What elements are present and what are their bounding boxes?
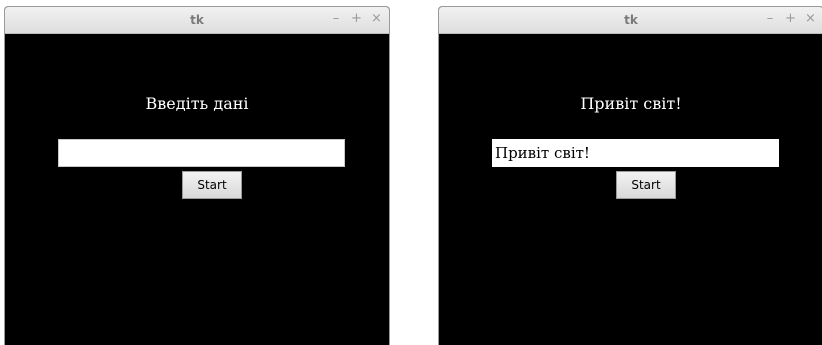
- window-client-area: Привіт світ! Start: [439, 34, 822, 345]
- tk-window-output: tk – + × Привіт світ! Start: [438, 6, 822, 345]
- text-entry[interactable]: [58, 139, 345, 167]
- maximize-icon[interactable]: +: [351, 12, 362, 26]
- window-titlebar[interactable]: tk – + ×: [5, 7, 389, 34]
- close-icon[interactable]: ×: [805, 12, 816, 26]
- start-button[interactable]: Start: [616, 171, 676, 199]
- window-controls: – + ×: [765, 12, 816, 26]
- minimize-icon[interactable]: –: [765, 12, 775, 26]
- window-client-area: Введіть дані Start: [5, 34, 389, 345]
- start-button[interactable]: Start: [182, 171, 242, 199]
- window-controls: – + ×: [331, 12, 382, 26]
- close-icon[interactable]: ×: [371, 12, 382, 26]
- window-titlebar[interactable]: tk – + ×: [439, 7, 822, 34]
- tk-window-input: tk – + × Введіть дані Start: [4, 6, 390, 345]
- text-entry[interactable]: [492, 139, 779, 167]
- maximize-icon[interactable]: +: [785, 12, 796, 26]
- screenshot-canvas: tk – + × Введіть дані Start tk – + × При…: [0, 0, 822, 345]
- minimize-icon[interactable]: –: [331, 12, 341, 26]
- prompt-label: Введіть дані: [145, 94, 249, 113]
- greeting-label: Привіт світ!: [580, 94, 682, 113]
